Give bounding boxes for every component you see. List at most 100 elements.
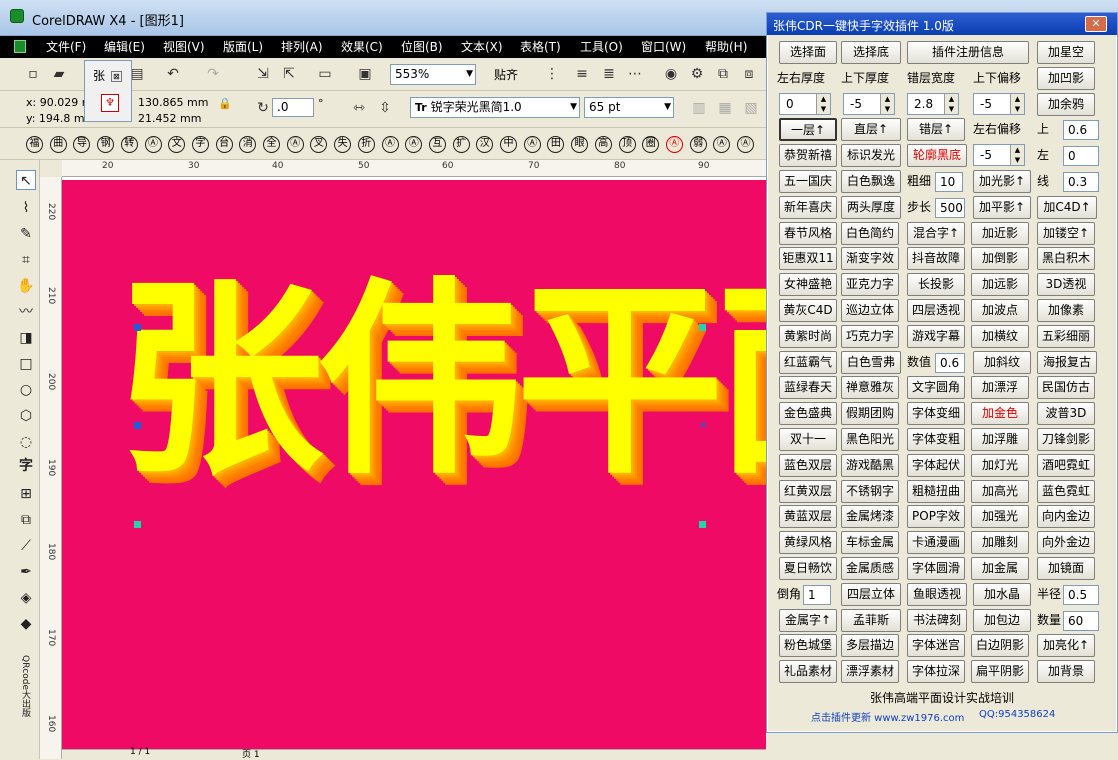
effect-button[interactable]: 民国仿古	[1037, 376, 1095, 400]
glyph-button[interactable]: 转	[120, 136, 138, 153]
effect-button[interactable]: 禅意雅灰	[841, 376, 899, 400]
effect-button[interactable]: 字体迷宫	[907, 634, 965, 658]
effect-button[interactable]: 黄蓝双层	[779, 505, 837, 529]
effect-button[interactable]: 卡通漫画	[907, 531, 965, 555]
effect-button[interactable]: 波普3D	[1037, 402, 1095, 426]
spin-up-icon[interactable]: ▲	[880, 93, 894, 104]
rectangle-tool-icon[interactable]: □	[16, 354, 36, 374]
effect-button[interactable]: 加漂浮	[971, 376, 1029, 400]
view-icon[interactable]: ◉	[662, 65, 680, 83]
param-spinner[interactable]: -5 ▲ ▼	[843, 92, 895, 115]
mirror-v-icon[interactable]: ⇳	[376, 99, 394, 117]
effect-button[interactable]: 金色盛典	[779, 402, 837, 426]
effect-button[interactable]: 加金属	[971, 557, 1029, 580]
glyph-button[interactable]: 字	[191, 136, 209, 153]
glyph-button[interactable]: 曲	[49, 136, 67, 153]
effect-button[interactable]: 粉色城堡	[779, 634, 837, 658]
pan-tool-icon[interactable]: ✋	[16, 276, 36, 296]
effect-button[interactable]: 亚克力字	[841, 273, 899, 297]
redo-icon[interactable]: ↷	[204, 65, 222, 83]
glyph-button[interactable]: 扩	[452, 136, 470, 153]
effect-button[interactable]: 加平影↑	[973, 195, 1031, 219]
effect-button[interactable]: 直层↑	[841, 118, 901, 142]
undo-icon[interactable]: ↶	[164, 65, 182, 83]
effect-button[interactable]: 白边阴影	[971, 634, 1029, 658]
height-field[interactable]: 21.452 mm	[138, 112, 201, 125]
interactive-fill-icon[interactable]: ◆	[16, 614, 36, 634]
mirror-h-icon[interactable]: ⇿	[350, 99, 368, 117]
spin-up-icon[interactable]: ▲	[1010, 145, 1024, 156]
effect-button[interactable]: 白色雪弗	[841, 350, 901, 374]
menu-layout[interactable]: 版面(L)	[223, 38, 263, 55]
menu-effects[interactable]: 效果(C)	[341, 38, 383, 55]
new-icon[interactable]: ▫	[24, 65, 42, 83]
effect-button[interactable]: 3D透视	[1037, 273, 1095, 297]
effect-button[interactable]: 女神盛艳	[779, 273, 837, 297]
glyph-button[interactable]: 顶	[618, 136, 636, 153]
crop-tool-icon[interactable]: ⌗	[16, 250, 36, 270]
effect-button[interactable]: 加近影	[971, 221, 1029, 245]
effect-button[interactable]: 加包边	[973, 608, 1031, 632]
effect-button[interactable]: 加强光	[971, 505, 1029, 529]
document-icon[interactable]	[14, 40, 26, 53]
param-spinner[interactable]: 0 ▲ ▼	[779, 92, 831, 115]
effect-button[interactable]: 红黄双层	[779, 479, 837, 503]
effect-button[interactable]: 混合字↑	[907, 221, 965, 245]
glyph-button[interactable]: Ⓐ	[523, 136, 541, 153]
extruded-text-object[interactable]: 张伟平面	[116, 278, 766, 486]
page-tab[interactable]: 页 1	[242, 747, 260, 760]
glyph-button[interactable]: 折	[357, 136, 375, 153]
effect-button[interactable]: 加余鸦	[1037, 92, 1095, 116]
effect-button[interactable]: 加波点	[971, 299, 1029, 322]
effect-button[interactable]: 多层描边	[841, 634, 899, 658]
param-field[interactable]: 0.5	[1063, 584, 1099, 605]
pick-tool-icon[interactable]: ↖	[16, 170, 36, 190]
distribute-icon[interactable]: ⋯	[626, 65, 644, 83]
menu-window[interactable]: 窗口(W)	[641, 38, 686, 55]
glyph-button[interactable]: 失	[334, 136, 352, 153]
effect-button[interactable]: 选择面	[779, 41, 837, 64]
basic-shapes-icon[interactable]: ◌	[16, 432, 36, 452]
spin-up-icon[interactable]: ▲	[816, 93, 830, 104]
welcome-screen-icon[interactable]: ▣	[356, 65, 374, 83]
snap-button[interactable]: 贴齐	[494, 66, 518, 83]
align-icon[interactable]: ≡	[573, 65, 591, 83]
effect-button[interactable]: 恭贺新禧	[779, 144, 837, 168]
effect-button[interactable]: 加像素	[1037, 299, 1095, 322]
effect-button[interactable]: 孟菲斯	[841, 608, 901, 632]
glyph-button[interactable]: 全	[263, 136, 280, 153]
effect-button[interactable]: 蓝绿春天	[779, 376, 837, 400]
menu-file[interactable]: 文件(F)	[46, 38, 86, 55]
glyph-button[interactable]: 互	[428, 136, 446, 153]
selection-handle[interactable]	[134, 324, 141, 331]
menu-arrange[interactable]: 排列(A)	[281, 38, 323, 55]
effect-button[interactable]: 加远影	[971, 273, 1029, 297]
effect-button[interactable]: 礼品素材	[779, 660, 837, 684]
effect-button[interactable]: 夏日畅饮	[779, 557, 837, 580]
freehand-tool-icon[interactable]: 〰	[16, 302, 36, 322]
effect-button[interactable]: 书法碑刻	[907, 608, 967, 632]
panel-close-button[interactable]: ✕	[1085, 16, 1107, 32]
spin-up-icon[interactable]: ▲	[1010, 93, 1024, 104]
effect-button[interactable]: 黄绿风格	[779, 531, 837, 555]
effect-button[interactable]: 加横纹	[971, 324, 1029, 348]
effect-button[interactable]: 字体圆滑	[907, 557, 965, 580]
floating-mini-window[interactable]	[84, 60, 132, 122]
effect-button[interactable]: 选择底	[841, 41, 901, 64]
smudge-tool-icon[interactable]: ✎	[16, 224, 36, 244]
export-icon[interactable]: ⇱	[280, 65, 298, 83]
glyph-button[interactable]: 福	[26, 136, 43, 153]
spin-down-icon[interactable]: ▼	[944, 103, 958, 114]
glyph-button[interactable]: 台	[215, 136, 233, 153]
import-icon[interactable]: ⇲	[254, 65, 272, 83]
effect-button[interactable]: 新年喜庆	[779, 195, 837, 219]
effect-button[interactable]: 海报复古	[1037, 350, 1097, 374]
smart-fill-icon[interactable]: ◨	[16, 328, 36, 348]
glyph-button[interactable]: 钢	[97, 136, 115, 153]
effect-button[interactable]: 抖音故障	[907, 247, 965, 271]
effect-button[interactable]: 字体变细	[907, 402, 965, 426]
effect-button[interactable]: 不锈钢字	[841, 479, 899, 503]
param-field[interactable]: 0.3	[1063, 172, 1099, 192]
qrcode-side-tab[interactable]: QRcode大出版	[12, 655, 32, 735]
effect-button[interactable]: 加雕刻	[971, 531, 1029, 555]
